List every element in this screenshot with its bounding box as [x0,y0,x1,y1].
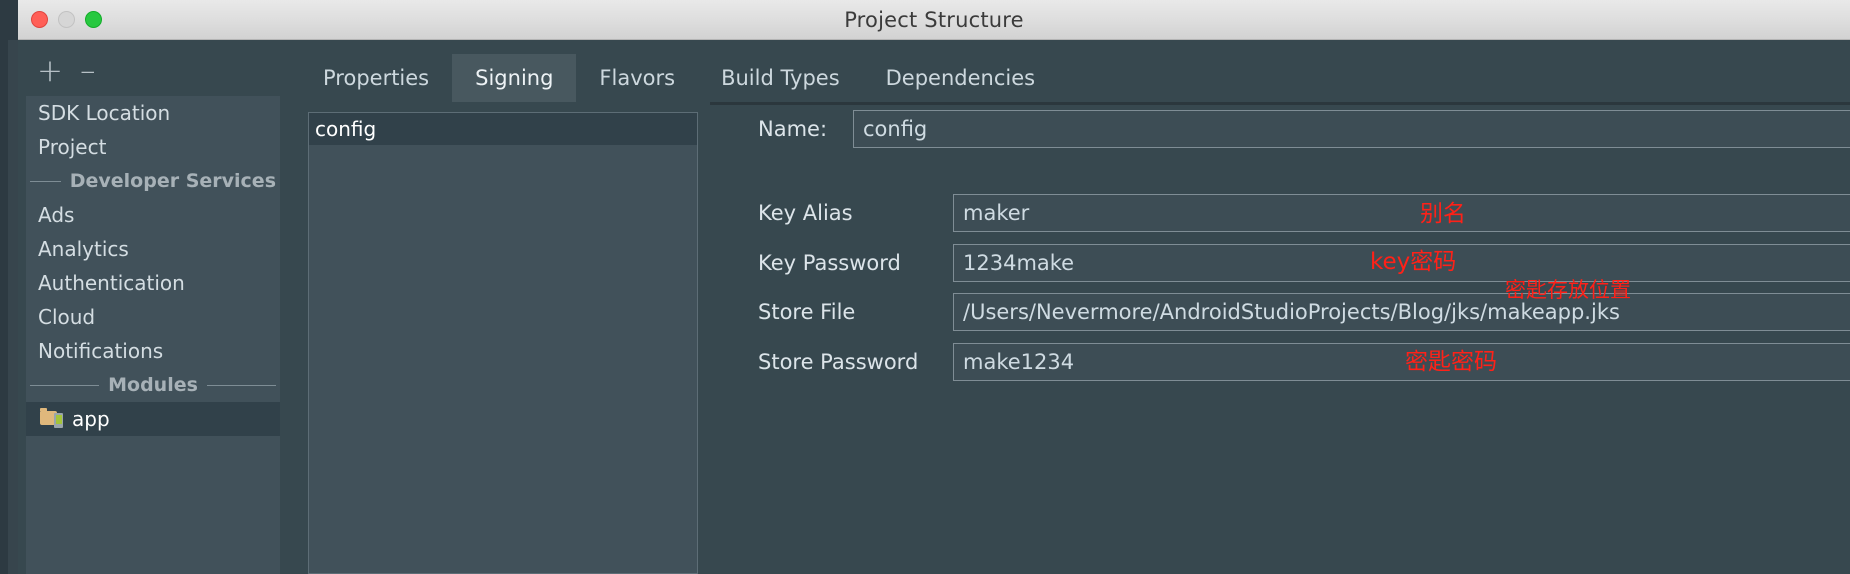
sidebar-item-ads[interactable]: Ads [26,198,280,232]
name-input[interactable]: config [853,110,1850,148]
name-row: Name: config [758,110,1850,148]
window-left-stripe [8,40,18,574]
sidebar-item-analytics[interactable]: Analytics [26,232,280,266]
sidebar-item-authentication[interactable]: Authentication [26,266,280,300]
store-file-input[interactable]: /Users/Nevermore/AndroidStudioProjects/B… [953,293,1850,331]
signing-detail-panel: Name: config Key Alias maker Key Passwor… [710,102,1850,574]
divider-line [30,181,61,182]
signing-config-list[interactable]: config [308,112,698,574]
add-module-button[interactable]: + [37,56,63,87]
key-alias-input[interactable]: maker [953,194,1850,232]
key-alias-label: Key Alias [758,201,953,225]
key-password-label: Key Password [758,251,953,275]
tab-flavors[interactable]: Flavors [576,54,698,102]
project-structure-window: Project Structure + – SDK Location Proje… [0,0,1850,574]
sidebar-section-label: Modules [108,374,198,396]
sidebar-section-modules: Modules [26,368,280,402]
store-file-label: Store File [758,300,953,324]
tab-bar: Properties Signing Flavors Build Types D… [300,54,1058,102]
sidebar-item-label: app [72,402,110,436]
signing-content: config Name: config Key Alias maker Key … [300,102,1850,574]
tab-dependencies[interactable]: Dependencies [863,54,1058,102]
android-module-icon [40,409,63,429]
tab-signing[interactable]: Signing [452,54,576,102]
sidebar: SDK Location Project Developer Services … [26,96,280,574]
remove-module-button[interactable]: – [80,56,96,87]
sidebar-item-app[interactable]: app [26,402,280,436]
key-password-input[interactable]: 1234make [953,244,1850,282]
key-alias-row: Key Alias maker [758,194,1850,232]
tab-build-types[interactable]: Build Types [698,54,863,102]
divider-line [30,385,99,386]
tab-properties[interactable]: Properties [300,54,452,102]
panel-top-divider [710,102,1850,105]
store-password-label: Store Password [758,350,953,374]
sidebar-item-notifications[interactable]: Notifications [26,334,280,368]
title-bar: Project Structure [18,0,1850,40]
sidebar-item-project[interactable]: Project [26,130,280,164]
sidebar-item-cloud[interactable]: Cloud [26,300,280,334]
sidebar-item-sdk-location[interactable]: SDK Location [26,96,280,130]
key-password-row: Key Password 1234make [758,244,1850,282]
store-password-row: Store Password make1234 [758,343,1850,381]
sidebar-section-label: Developer Services [70,170,276,192]
sidebar-section-developer-services: Developer Services [26,164,280,198]
window-title: Project Structure [18,8,1850,32]
name-label: Name: [758,117,853,141]
list-item[interactable]: config [309,113,697,145]
sidebar-toolbar: + – [18,52,298,96]
divider-line [207,385,276,386]
store-password-input[interactable]: make1234 [953,343,1850,381]
store-file-row: Store File /Users/Nevermore/AndroidStudi… [758,293,1850,331]
